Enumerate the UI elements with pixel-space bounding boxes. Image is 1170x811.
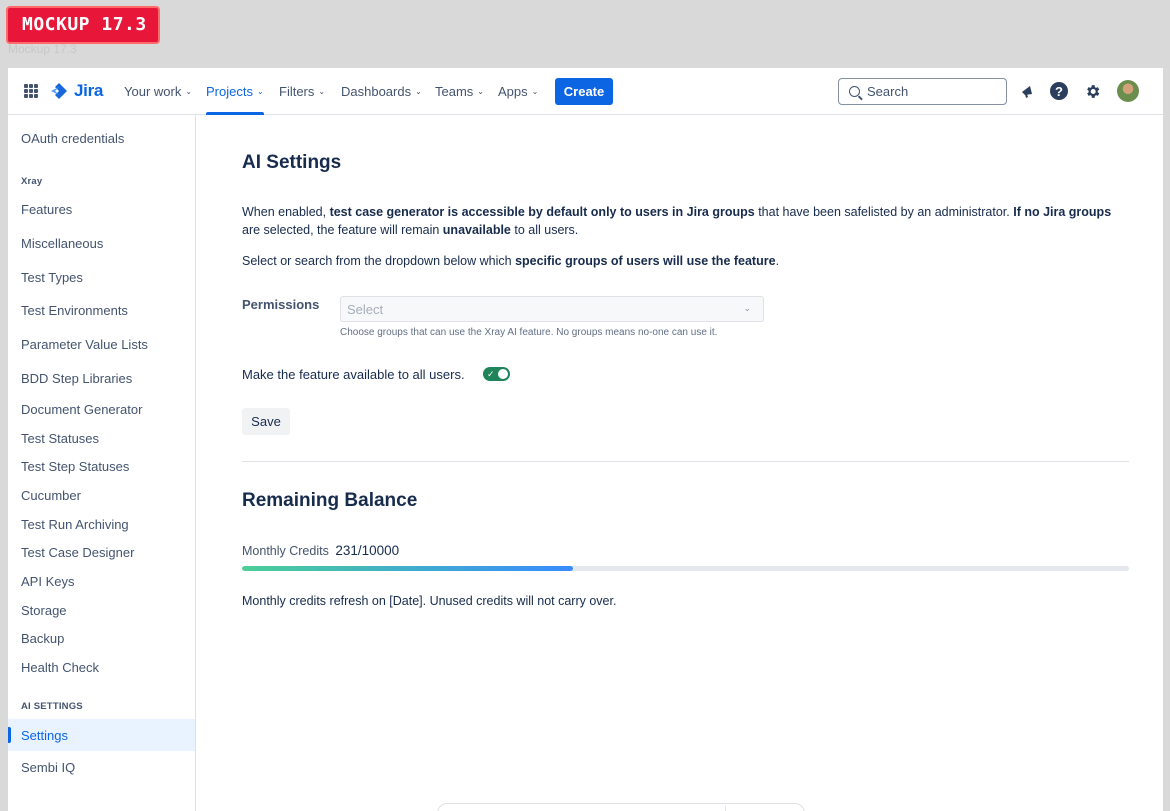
sidebar-item-features[interactable]: Features <box>8 193 195 225</box>
balance-title: Remaining Balance <box>242 490 418 511</box>
nav-apps[interactable]: Apps ⌄ <box>498 68 538 115</box>
chevron-down-icon: ⌄ <box>531 87 539 96</box>
nav-teams[interactable]: Teams ⌄ <box>435 68 484 115</box>
toggle-knob <box>498 369 508 379</box>
sidebar-heading-xray: Xray <box>21 176 43 187</box>
monthly-credits-value: 231/10000 <box>335 543 400 558</box>
avatar[interactable] <box>1117 80 1139 102</box>
intro-paragraph: When enabled, test case generator is acc… <box>242 205 1112 237</box>
megaphone-icon <box>1022 86 1032 98</box>
search-placeholder: Search <box>867 84 909 99</box>
sidebar-item-oauth-credentials[interactable]: OAuth credentials <box>8 122 195 154</box>
available-to-all-toggle[interactable]: ✓ <box>483 367 510 381</box>
create-button[interactable]: Create <box>555 78 613 105</box>
gear-icon <box>1086 84 1099 98</box>
permissions-label: Permissions <box>242 297 320 312</box>
jira-logo-text: Jira <box>74 81 104 100</box>
sidebar-item-backup[interactable]: Backup <box>8 622 195 654</box>
jira-logo-icon <box>51 83 67 99</box>
jira-logo[interactable]: Jira <box>50 80 103 102</box>
monthly-credits-label: Monthly Credits <box>242 544 329 558</box>
permissions-select[interactable]: Select ⌄ <box>340 296 764 322</box>
sidebar-item-test-types[interactable]: Test Types <box>8 261 195 293</box>
permissions-helper-text: Choose groups that can use the Xray AI f… <box>340 327 718 338</box>
settings-icon[interactable] <box>1082 81 1102 101</box>
mockup-ghost-label: Mockup 17.3 <box>8 42 77 56</box>
sidebar-item-settings[interactable]: Settings <box>8 719 195 751</box>
sidebar-item-test-environments[interactable]: Test Environments <box>8 294 195 326</box>
chevron-down-icon: ⌄ <box>477 87 484 96</box>
chevron-down-icon: ⌄ <box>743 303 751 313</box>
sidebar: OAuth credentials Xray Features Miscella… <box>8 115 196 811</box>
notifications-icon[interactable] <box>1017 81 1037 101</box>
nav-your-work[interactable]: Your work ⌄ <box>124 68 192 115</box>
sidebar-item-api-keys[interactable]: API Keys <box>8 565 195 597</box>
app-switcher-icon[interactable] <box>24 84 38 98</box>
sidebar-heading-ai-settings: AI SETTINGS <box>21 701 83 712</box>
sidebar-item-sembi-iq[interactable]: Sembi IQ <box>8 751 195 783</box>
nav-projects[interactable]: Projects ⌄ <box>206 68 264 115</box>
app-frame: Jira Your work ⌄ Projects ⌄ Filters ⌄ Dashb… <box>8 68 1163 811</box>
chevron-down-icon: ⌄ <box>415 87 422 96</box>
sidebar-item-health-check[interactable]: Health Check <box>8 651 195 683</box>
search-input[interactable]: Search <box>838 78 1007 105</box>
toggle-label: Make the feature available to all users. <box>242 367 465 382</box>
select-instructions: Select or search from the dropdown below… <box>242 254 780 268</box>
chevron-down-icon: ⌄ <box>256 87 264 96</box>
sidebar-item-miscellaneous[interactable]: Miscellaneous <box>8 227 195 259</box>
bottom-floating-bar <box>437 803 805 811</box>
sidebar-item-cucumber[interactable]: Cucumber <box>8 479 195 511</box>
nav-filters[interactable]: Filters ⌄ <box>279 68 325 115</box>
mockup-badge: MOCKUP 17.3 <box>6 6 160 44</box>
monthly-credits: Monthly Credits 231/10000 <box>242 543 399 558</box>
help-icon[interactable]: ? <box>1050 82 1068 100</box>
sidebar-item-test-step-statuses[interactable]: Test Step Statuses <box>8 450 195 482</box>
refresh-note: Monthly credits refresh on [Date]. Unuse… <box>242 594 617 608</box>
top-navigation: Jira Your work ⌄ Projects ⌄ Filters ⌄ Dashb… <box>8 68 1163 115</box>
sidebar-item-test-case-designer[interactable]: Test Case Designer <box>8 536 195 568</box>
chevron-down-icon: ⌄ <box>318 87 326 96</box>
save-button[interactable]: Save <box>242 408 290 435</box>
section-divider <box>242 461 1129 462</box>
chevron-down-icon: ⌄ <box>185 87 193 96</box>
bar-divider <box>725 806 726 811</box>
nav-dashboards[interactable]: Dashboards ⌄ <box>341 68 422 115</box>
credits-progress-fill <box>242 566 573 571</box>
select-placeholder: Select <box>347 301 384 317</box>
sidebar-item-bdd-step-libraries[interactable]: BDD Step Libraries <box>8 362 195 394</box>
credits-progress-bar <box>242 566 1129 571</box>
page-title: AI Settings <box>242 152 342 173</box>
sidebar-item-parameter-value-lists[interactable]: Parameter Value Lists <box>8 328 195 360</box>
search-icon <box>849 86 860 97</box>
sidebar-item-document-generator[interactable]: Document Generator <box>8 393 195 425</box>
check-icon: ✓ <box>487 369 495 379</box>
